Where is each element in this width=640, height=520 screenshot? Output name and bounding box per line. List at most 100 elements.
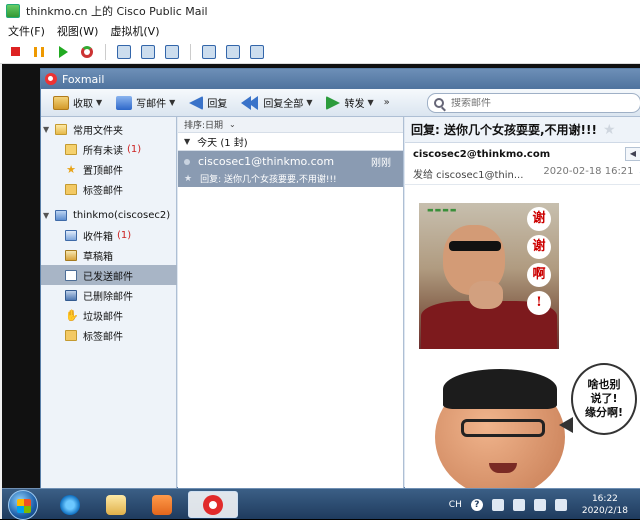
sent-icon <box>65 270 77 281</box>
system-tray: CH ? 16:22 2020/2/18 <box>449 493 628 517</box>
message-row[interactable]: ciscosec1@thinkmo.com 刚刚 ★ 回复: 送你几个女孩要要,… <box>178 151 403 187</box>
snapshot-button[interactable] <box>115 43 133 61</box>
toolbar-separator <box>190 44 191 60</box>
collapse-icon[interactable]: ▼ <box>43 125 51 134</box>
power-off-button[interactable] <box>6 43 24 61</box>
snapshot-manager-button[interactable] <box>163 43 181 61</box>
flag-icon[interactable] <box>513 499 525 511</box>
message-subject: 回复: 送你几个女孩要要,不用谢!!! <box>200 172 337 185</box>
clock[interactable]: 16:22 2020/2/18 <box>582 493 628 517</box>
folder-inbox[interactable]: 收件箱 (1) <box>41 225 177 245</box>
network-icon[interactable] <box>534 499 546 511</box>
forward-button[interactable]: 转发 ▼ <box>322 92 377 114</box>
menu-file[interactable]: 文件(F) <box>8 23 45 39</box>
taskbar-foxmail[interactable] <box>188 491 238 518</box>
more-tools-button[interactable]: » <box>384 97 390 108</box>
tag-icon <box>65 330 77 341</box>
speech-line: 说了! <box>590 392 617 406</box>
folder-junk[interactable]: ✋ 垃圾邮件 <box>41 305 177 325</box>
folder-label: 已删除邮件 <box>83 288 133 303</box>
power-on-button[interactable] <box>54 43 72 61</box>
internet-explorer-icon <box>60 495 80 515</box>
help-icon[interactable]: ? <box>471 499 483 511</box>
folder-all-unread[interactable]: 所有未读 (1) <box>41 139 177 159</box>
reply-arrow-icon <box>189 96 203 110</box>
folder-tagged[interactable]: 标签邮件 <box>41 179 177 199</box>
volume-icon[interactable] <box>555 499 567 511</box>
reader-from[interactable]: ciscosec2@thinkmo.com <box>413 149 633 160</box>
host-toolbar <box>0 40 640 64</box>
collapse-icon[interactable]: ▼ <box>43 211 51 220</box>
settings-icon <box>226 45 240 59</box>
forward-arrow-icon <box>326 96 340 110</box>
menu-view[interactable]: 视图(W) <box>57 23 98 39</box>
foxmail-icon <box>203 495 223 515</box>
folder-drafts[interactable]: 草稿箱 <box>41 245 177 265</box>
revert-snapshot-button[interactable] <box>139 43 157 61</box>
receive-label: 收取 <box>73 95 93 110</box>
inbox-icon <box>65 230 77 241</box>
collapse-icon[interactable]: ▼ <box>184 137 190 146</box>
folder-label: 已发送邮件 <box>83 268 133 283</box>
image-text-bubbles: 谢 谢 啊 ! <box>527 207 555 319</box>
keyboard-icon[interactable] <box>492 499 504 511</box>
sort-selector[interactable]: 排序:日期 ⌄ <box>178 117 403 133</box>
reply-all-arrow-icon <box>241 96 259 110</box>
settings-button[interactable] <box>224 43 242 61</box>
folder-label: 常用文件夹 <box>73 122 123 137</box>
taskbar-internet-explorer[interactable] <box>50 491 90 518</box>
taskbar-file-explorer[interactable] <box>96 491 136 518</box>
reset-button[interactable] <box>78 43 96 61</box>
send-ctrl-alt-del-button[interactable] <box>200 43 218 61</box>
folder-group-common[interactable]: ▼ 常用文件夹 <box>41 119 177 139</box>
folder-starred[interactable]: ★ 置顶邮件 <box>41 159 177 179</box>
reader-subject: 回复: 送你几个女孩耍耍,不用谢!!! <box>411 121 597 138</box>
fullscreen-icon <box>250 45 264 59</box>
taskbar-media-player[interactable] <box>142 491 182 518</box>
start-button[interactable] <box>8 490 38 520</box>
search-input[interactable] <box>451 98 611 109</box>
star-icon[interactable]: ★ <box>603 122 616 138</box>
revert-icon <box>141 45 155 59</box>
feather-pen-icon <box>116 96 132 110</box>
account-label: thinkmo(ciscosec2) <box>73 210 170 221</box>
folder-icon <box>106 495 126 515</box>
pause-icon <box>34 47 44 57</box>
account-thinkmo[interactable]: ▼ thinkmo(ciscosec2) <box>41 205 177 225</box>
image-char: 啊 <box>527 263 551 287</box>
group-label: 今天 (1 封) <box>197 134 248 149</box>
mailbox-icon <box>53 96 69 110</box>
reply-label: 回复 <box>207 95 227 110</box>
image-char: 谢 <box>527 207 551 231</box>
chevron-down-icon[interactable]: ▼ <box>169 98 175 107</box>
host-window: thinkmo.cn 上的 Cisco Public Mail 文件(F) 视图… <box>0 0 640 519</box>
date-group-header[interactable]: ▼ 今天 (1 封) <box>178 133 403 151</box>
clock-time: 16:22 <box>582 493 628 505</box>
chevron-down-icon: ⌄ <box>229 120 236 129</box>
chevron-down-icon[interactable]: ▼ <box>306 98 312 107</box>
reader-subject-bar: 回复: 送你几个女孩耍耍,不用谢!!! ★ <box>405 117 640 143</box>
reader-header: ciscosec2@thinkmo.com 发给 ciscosec1@thin.… <box>405 143 640 185</box>
language-indicator[interactable]: CH <box>449 500 462 510</box>
folder-account-tagged[interactable]: 标签邮件 <box>41 325 177 345</box>
receive-button[interactable]: 收取 ▼ <box>49 92 106 114</box>
media-player-icon <box>152 495 172 515</box>
star-icon[interactable]: ★ <box>184 174 192 184</box>
menu-vm[interactable]: 虚拟机(V) <box>110 23 159 39</box>
reset-icon <box>81 46 93 58</box>
suspend-button[interactable] <box>30 43 48 61</box>
chevron-down-icon[interactable]: ▼ <box>96 98 102 107</box>
speech-bubble-tail <box>559 417 573 433</box>
reply-all-button[interactable]: 回复全部 ▼ <box>237 92 316 114</box>
fullscreen-button[interactable] <box>248 43 266 61</box>
reply-button[interactable]: 回复 <box>185 92 231 114</box>
play-icon <box>59 46 68 58</box>
chevron-down-icon[interactable]: ▼ <box>367 98 373 107</box>
folder-sent[interactable]: 已发送邮件 <box>41 265 177 285</box>
read-status-icon[interactable] <box>184 159 190 165</box>
folder-deleted[interactable]: 已删除邮件 <box>41 285 177 305</box>
write-button[interactable]: 写邮件 ▼ <box>112 92 179 114</box>
chevron-left-icon[interactable]: ◀ <box>625 147 640 161</box>
star-icon: ★ <box>65 164 77 175</box>
search-icon <box>434 98 444 108</box>
